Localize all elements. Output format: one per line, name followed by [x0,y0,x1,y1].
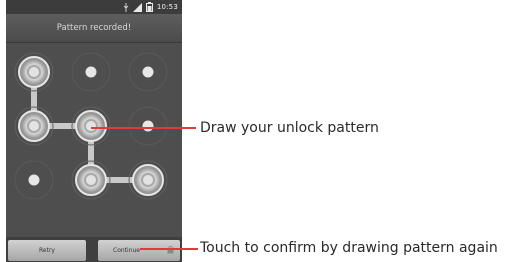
continue-button-label: Continue [113,247,140,254]
signal-icon [132,2,142,12]
pattern-dot-8[interactable] [71,160,111,200]
retry-button[interactable]: Retry [8,240,86,261]
stage: 10:53 Pattern recorded! Retry Continue D… [0,0,511,262]
continue-button[interactable]: Continue [98,240,180,261]
pattern-dot-6[interactable] [128,106,168,146]
usb-icon [123,2,129,12]
draw-callout-line [91,127,196,129]
page-title: Pattern recorded! [56,23,132,33]
pattern-dot-2[interactable] [71,52,111,92]
title-bar: Pattern recorded! [6,14,182,43]
pattern-dot-5[interactable] [71,106,111,146]
status-bar: 10:53 [6,0,182,14]
battery-icon [145,2,153,12]
phone-screen: 10:53 Pattern recorded! Retry Continue [6,0,182,262]
status-time: 10:53 [156,3,178,11]
pattern-grid[interactable] [6,43,182,237]
confirm-callout-text: Touch to confirm by drawing pattern agai… [200,240,498,256]
confirm-callout-line [140,248,198,250]
status-icons: 10:53 [123,1,178,13]
pattern-dot-9[interactable] [128,160,168,200]
pattern-dot-3[interactable] [128,52,168,92]
pattern-dot-4[interactable] [14,106,54,146]
pattern-dot-7[interactable] [14,160,54,200]
pattern-dot-1[interactable] [14,52,54,92]
draw-callout-text: Draw your unlock pattern [200,120,379,136]
